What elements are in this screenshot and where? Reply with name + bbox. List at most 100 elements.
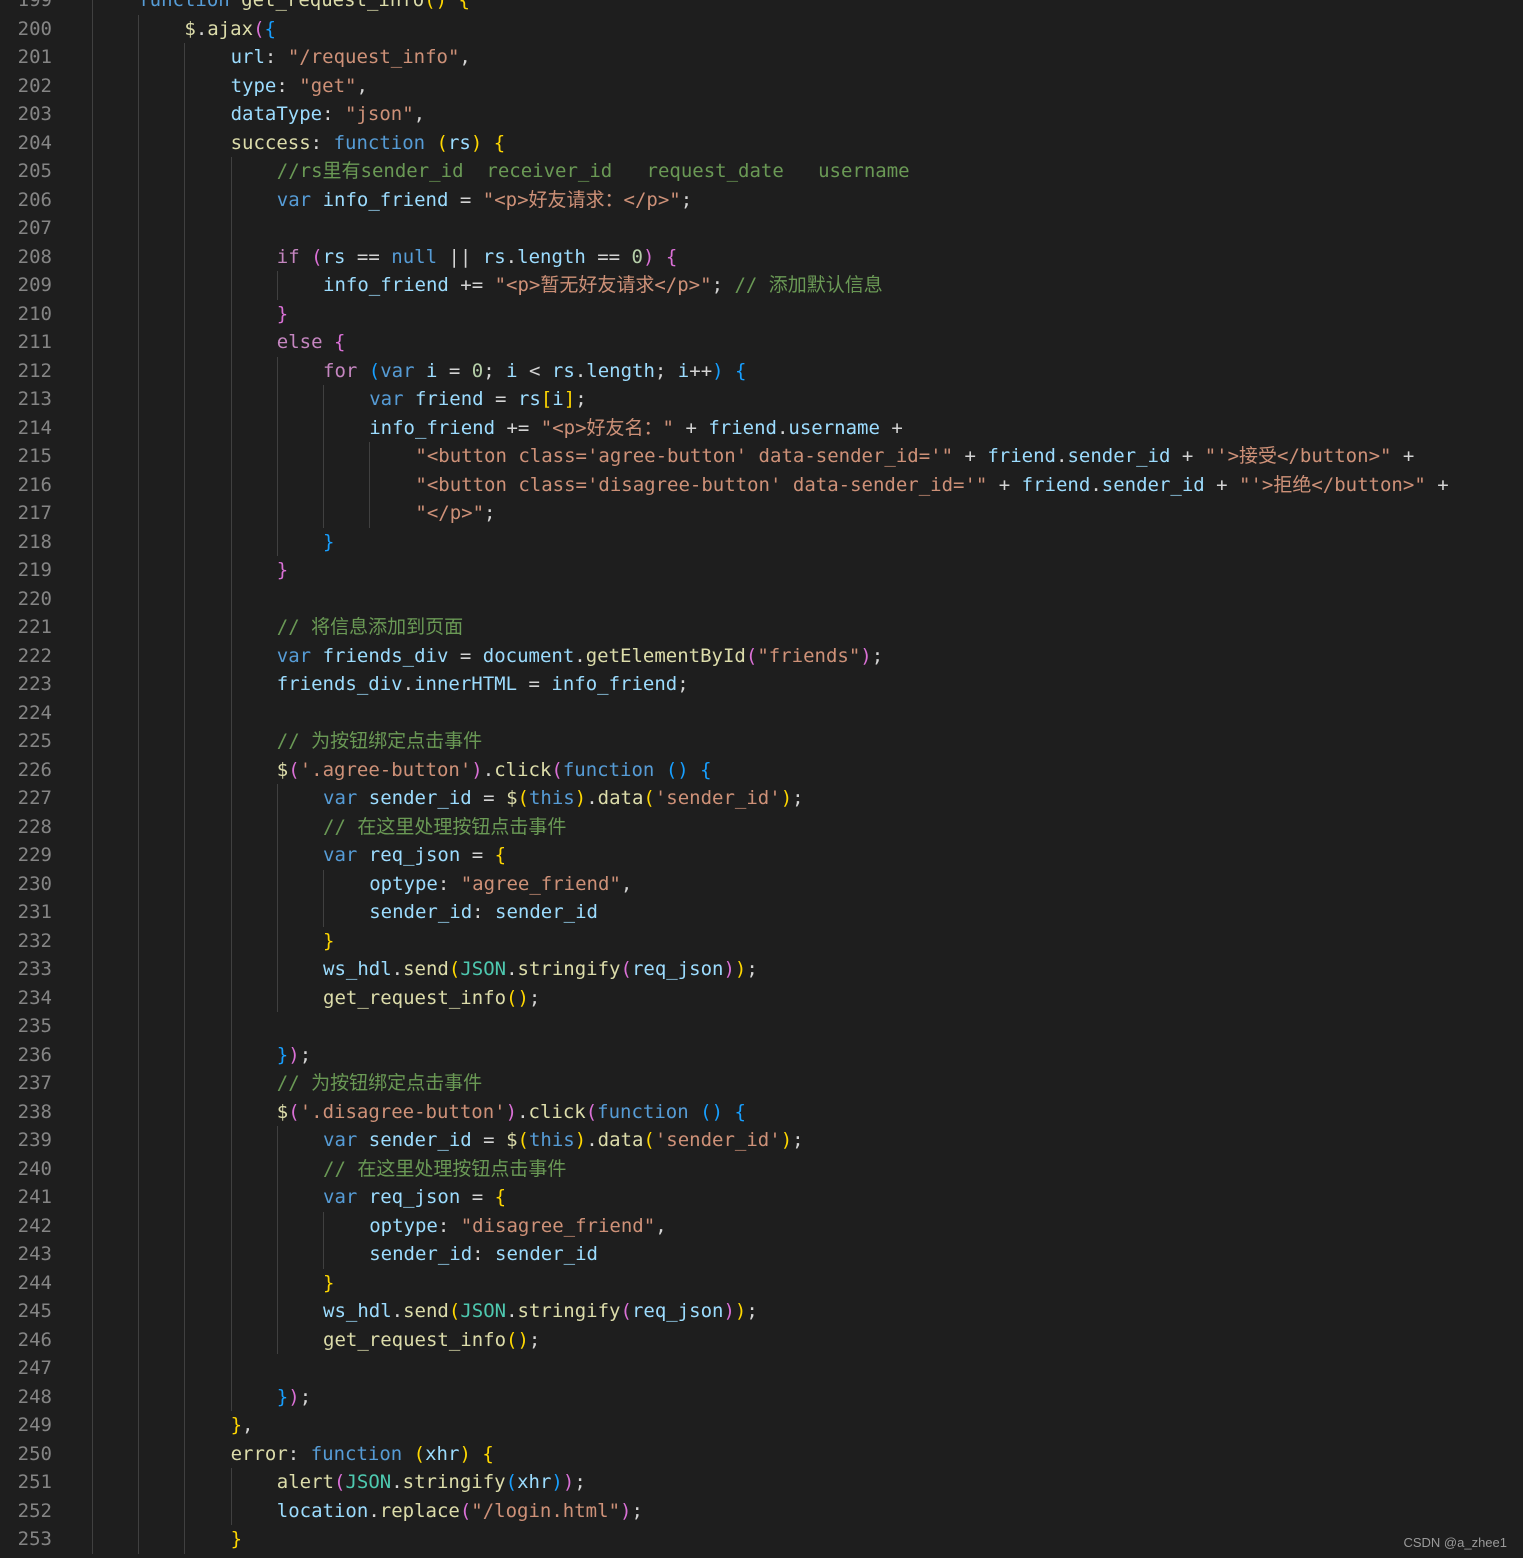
indent-guide — [230, 470, 232, 499]
code-line[interactable]: 205 //rs里有sender_id receiver_id request_d… — [0, 157, 1523, 186]
code-line[interactable]: 253} — [0, 1525, 1523, 1554]
code-line[interactable]: 204 success: function (rs) { — [0, 128, 1523, 157]
code-line[interactable]: 229 var req_json = { — [0, 841, 1523, 870]
code-line[interactable]: 232} — [0, 926, 1523, 955]
code-line[interactable]: 224 — [0, 698, 1523, 727]
indent-guide — [230, 185, 232, 214]
code-token: for — [323, 359, 358, 382]
line-number: 238 — [17, 1100, 52, 1123]
code-line[interactable]: 208 if (rs == null || rs.length == 0) { — [0, 242, 1523, 271]
code-line[interactable]: 241 var req_json = { — [0, 1183, 1523, 1212]
code-text: sender_id: sender_id — [369, 1240, 598, 1269]
code-token: ) — [723, 958, 735, 980]
code-line[interactable]: 211 else { — [0, 328, 1523, 357]
code-line[interactable]: 202 type: "get", — [0, 71, 1523, 100]
code-line[interactable]: 233 ws_hdl.send(JSON.stringify(req_json))… — [0, 955, 1523, 984]
indent-guide — [230, 727, 232, 756]
indent-guide — [230, 784, 232, 813]
code-line[interactable]: 225 // 为按钮绑定点击事件 — [0, 727, 1523, 756]
indent-guide — [138, 898, 140, 927]
code-line[interactable]: 247 — [0, 1354, 1523, 1383]
indent-guide — [276, 983, 278, 1012]
code-line[interactable]: 245 ws_hdl.send(JSON.stringify(req_json))… — [0, 1297, 1523, 1326]
code-line[interactable]: 207 — [0, 214, 1523, 243]
indent-guide — [92, 812, 93, 841]
code-token: xhr — [517, 1471, 552, 1493]
code-line[interactable]: 244} — [0, 1268, 1523, 1297]
code-token: : — [472, 901, 496, 923]
code-line[interactable]: 216 "<button class='disagree-button' data… — [0, 470, 1523, 499]
indent-guide — [230, 1268, 232, 1297]
code-line[interactable]: 248}); — [0, 1382, 1523, 1411]
code-line[interactable]: 231 sender_id: sender_id — [0, 898, 1523, 927]
code-token: . — [586, 787, 598, 809]
code-line[interactable]: 230 optype: "agree_friend", — [0, 869, 1523, 898]
code-line[interactable]: 209 info_friend += "<p>暂无好友请求</p>"; // 添加… — [0, 271, 1523, 300]
code-line[interactable]: 252 location.replace("/login.html"); — [0, 1496, 1523, 1525]
code-token: ( — [585, 1100, 598, 1123]
code-line[interactable]: 218} — [0, 527, 1523, 556]
indent-guide — [92, 641, 93, 670]
line-number: 230 — [17, 872, 52, 895]
code-token: { — [494, 1186, 507, 1208]
code-line[interactable]: 199 function get_request_info() { — [0, 0, 1523, 15]
code-line[interactable]: 246 get_request_info(); — [0, 1325, 1523, 1354]
indent-guide — [276, 527, 278, 556]
code-line[interactable]: 206 var info_friend = "<p>好友请求：</p>"; — [0, 185, 1523, 214]
indent-guide — [323, 470, 324, 499]
code-line[interactable]: 251 alert(JSON.stringify(xhr)); — [0, 1468, 1523, 1497]
code-token: xhr — [425, 1442, 460, 1465]
code-token: 'sender_id' — [654, 1129, 781, 1151]
code-line[interactable]: 236}); — [0, 1040, 1523, 1069]
code-line[interactable]: 239 var sender_id = $(this).data('sender_… — [0, 1126, 1523, 1155]
code-line[interactable]: 203 dataType: "json", — [0, 100, 1523, 129]
code-line[interactable]: 223 friends_div.innerHTML = info_friend; — [0, 670, 1523, 699]
code-token: req_json — [368, 844, 461, 866]
code-line[interactable]: 213 var friend = rs[i]; — [0, 385, 1523, 414]
line-number: 206 — [17, 188, 52, 211]
code-token: var — [323, 844, 358, 866]
code-line[interactable]: 250 error: function (xhr) { — [0, 1439, 1523, 1468]
code-line[interactable]: 201 url: "/request_info", — [0, 43, 1523, 72]
code-editor[interactable]: 199 function get_request_info() {200 $.aja… — [0, 0, 1523, 1558]
indent-guide — [138, 1097, 140, 1126]
code-text: $('.agree-button').click(function () { — [277, 756, 712, 785]
indent-guide — [138, 1496, 140, 1525]
code-line[interactable]: 234 get_request_info(); — [0, 983, 1523, 1012]
code-line[interactable]: 237 // 为按钮绑定点击事件 — [0, 1069, 1523, 1098]
indent-guide — [230, 1240, 232, 1269]
indent-guide — [92, 983, 93, 1012]
code-line[interactable]: 226 $('.agree-button').click(function () … — [0, 755, 1523, 785]
code-line[interactable]: 217 "</p>"; — [0, 499, 1523, 528]
code-line[interactable]: 243 sender_id: sender_id — [0, 1240, 1523, 1269]
code-line[interactable]: 227 var sender_id = $(this).data('sender_… — [0, 784, 1523, 813]
code-token: $ — [276, 758, 289, 781]
indent-guide — [138, 1126, 140, 1155]
indent-guide — [92, 1525, 93, 1554]
code-line[interactable]: 238 $('.disagree-button').click(function … — [0, 1097, 1523, 1126]
indent-guide — [323, 385, 324, 414]
indent-guide — [276, 385, 278, 414]
indent-guide — [92, 413, 93, 442]
code-token: friend — [987, 445, 1056, 467]
code-line[interactable]: 221 // 将信息添加到页面 — [0, 613, 1523, 642]
code-line[interactable]: 215 "<button class='agree-button' data-se… — [0, 442, 1523, 471]
indent-guide — [230, 214, 232, 243]
code-line[interactable]: 235 — [0, 1012, 1523, 1041]
code-line[interactable]: 214 info_friend += "<p>好友名：" + friend.use… — [0, 413, 1523, 443]
code-line[interactable]: 200 $.ajax({ — [0, 14, 1523, 43]
code-line[interactable]: 219} — [0, 556, 1523, 585]
code-line[interactable]: 242 optype: "disagree_friend", — [0, 1211, 1523, 1240]
indent-guide — [138, 271, 140, 300]
code-line[interactable]: 220 — [0, 584, 1523, 613]
code-line[interactable]: 228 // 在这里处理按钮点击事件 — [0, 812, 1523, 841]
indent-guide — [138, 71, 140, 100]
code-line[interactable]: 212 for (var i = 0; i < rs.length; i++) { — [0, 356, 1523, 385]
code-line[interactable]: 240 // 在这里处理按钮点击事件 — [0, 1154, 1523, 1183]
code-line[interactable]: 249}, — [0, 1411, 1523, 1440]
code-text: info_friend += "<p>好友名：" + friend.userna… — [369, 414, 903, 443]
code-line[interactable]: 222 var friends_div = document.getElement… — [0, 641, 1523, 670]
indent-guide — [184, 43, 186, 72]
indent-guide — [138, 983, 140, 1012]
code-line[interactable]: 210} — [0, 299, 1523, 328]
